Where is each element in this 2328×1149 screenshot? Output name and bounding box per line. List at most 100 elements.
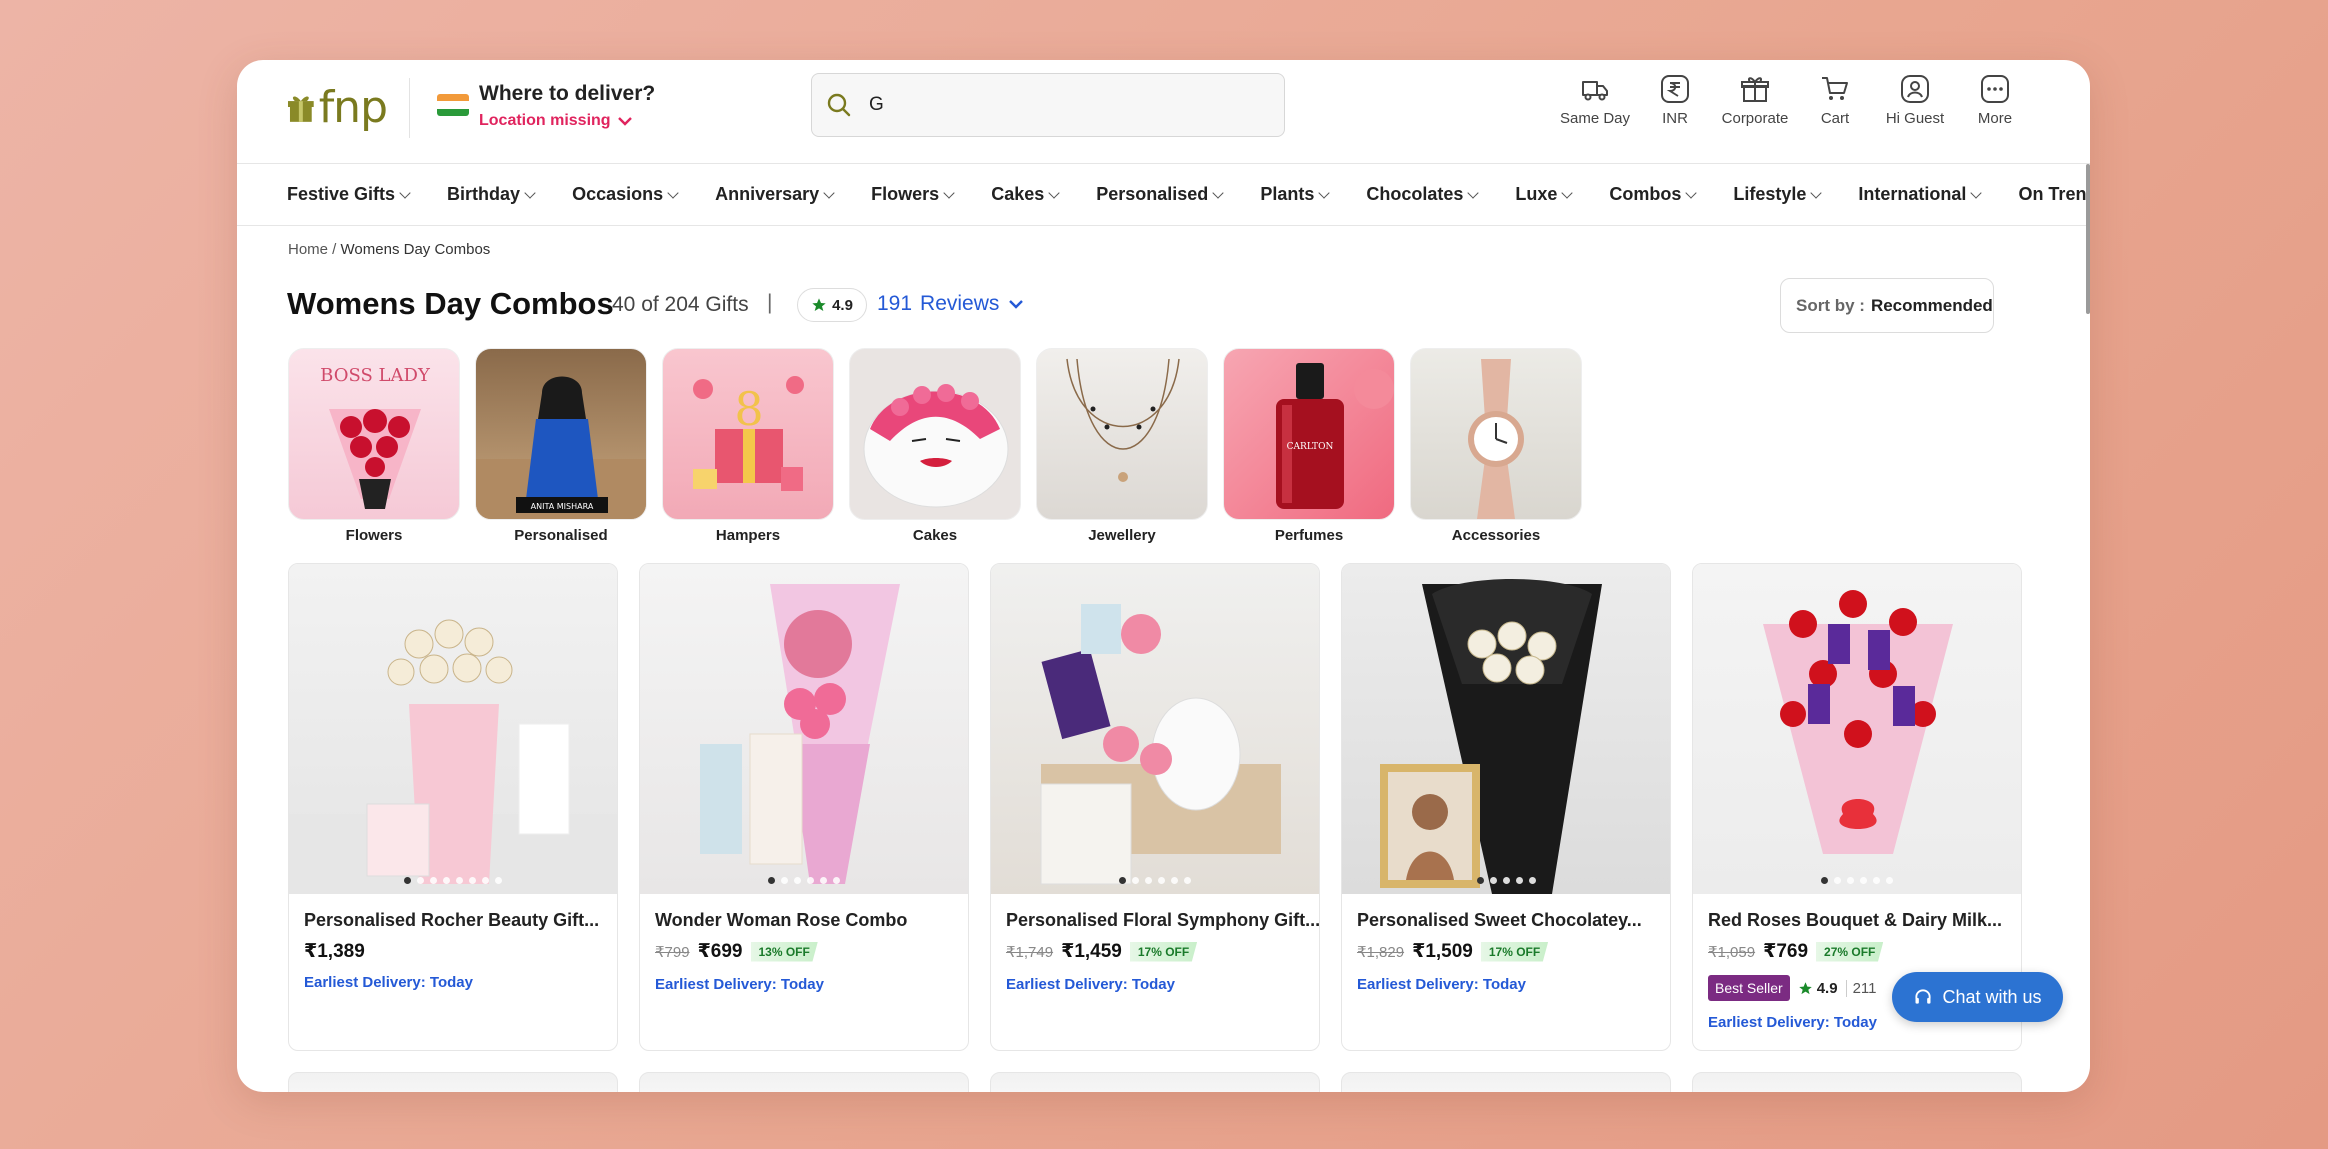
carousel-dot[interactable] [1515, 877, 1523, 884]
carousel-dot[interactable] [469, 877, 476, 884]
product-card-partial[interactable] [1692, 1072, 2022, 1092]
carousel-dot[interactable] [1476, 877, 1484, 884]
category-jewellery[interactable]: Jewellery [1036, 348, 1208, 544]
carousel-dot[interactable] [443, 877, 450, 884]
carousel-dot[interactable] [1489, 877, 1497, 884]
carousel-dot[interactable] [1132, 877, 1139, 884]
category-cakes[interactable]: Cakes [849, 348, 1021, 544]
carousel-dot[interactable] [833, 877, 840, 884]
breadcrumb-current: Womens Day Combos [340, 241, 491, 258]
category-accessories[interactable]: Accessories [1410, 348, 1582, 544]
nav-chocolates[interactable]: Chocolates [1366, 184, 1480, 205]
price-row: ₹799 ₹699 13% OFF [655, 940, 818, 963]
product-card[interactable]: Personalised Rocher Beauty Gift... ₹1,38… [288, 563, 618, 1051]
carousel-dot[interactable] [456, 877, 463, 884]
carousel-dot[interactable] [1171, 877, 1178, 884]
product-card-partial[interactable] [990, 1072, 1320, 1092]
search-icon[interactable] [826, 92, 852, 118]
nav-label: Plants [1260, 184, 1315, 204]
product-card-partial[interactable] [288, 1072, 618, 1092]
flowers-bouquet-image: BOSS LADY [320, 365, 431, 509]
carousel-dot[interactable] [1860, 877, 1867, 884]
carousel-dot[interactable] [1502, 877, 1510, 884]
breadcrumb-separator: / [328, 241, 341, 258]
carousel-dot[interactable] [417, 877, 424, 884]
carousel-dot[interactable] [495, 877, 502, 884]
same-day-button[interactable]: Same Day [1556, 74, 1634, 127]
perfume-brand-text: CARLTON [1287, 442, 1334, 452]
carousel-dot[interactable] [1158, 877, 1165, 884]
corporate-button[interactable]: Corporate [1716, 74, 1794, 127]
carousel-dot[interactable] [1821, 877, 1828, 884]
nav-international[interactable]: International [1858, 184, 1983, 205]
product-image[interactable] [1342, 564, 1670, 894]
product-card[interactable]: Personalised Sweet Chocolatey... ₹1,829 … [1341, 563, 1671, 1051]
earliest-delivery: Earliest Delivery: Today [304, 974, 473, 991]
nav-personalised[interactable]: Personalised [1096, 184, 1224, 205]
product-name[interactable]: Red Roses Bouquet & Dairy Milk... [1708, 910, 2002, 931]
carousel-dot[interactable] [820, 877, 827, 884]
product-card-partial[interactable] [639, 1072, 969, 1092]
breadcrumb-home[interactable]: Home [288, 241, 328, 258]
product-image[interactable] [289, 564, 617, 894]
price-row: ₹1,749 ₹1,459 17% OFF [1006, 940, 1198, 963]
nav-lifestyle[interactable]: Lifestyle [1733, 184, 1823, 205]
account-button[interactable]: Hi Guest [1876, 74, 1954, 127]
watch-image [1468, 359, 1524, 519]
category-flowers[interactable]: BOSS LADY Flowers [288, 348, 460, 544]
carousel-dot[interactable] [768, 877, 775, 884]
category-personalised[interactable]: ANITA MISHARA Personalised [475, 348, 647, 544]
nav-combos[interactable]: Combos [1609, 184, 1698, 205]
carousel-dot[interactable] [1184, 877, 1191, 884]
category-perfumes[interactable]: CARLTON Perfumes [1223, 348, 1395, 544]
category-label: Jewellery [1088, 527, 1156, 544]
carousel-dot[interactable] [1886, 877, 1893, 884]
carousel-dot[interactable] [1528, 877, 1536, 884]
reviews-link[interactable]: 191 Reviews [877, 292, 1025, 316]
product-name[interactable]: Personalised Sweet Chocolatey... [1357, 910, 1642, 931]
carousel-dot[interactable] [430, 877, 437, 884]
fnp-logo[interactable]: fnp [287, 82, 388, 134]
product-image[interactable] [1693, 564, 2021, 894]
carousel-dot[interactable] [1145, 877, 1152, 884]
currency-button[interactable]: INR [1636, 74, 1714, 127]
more-button[interactable]: More [1956, 74, 2034, 127]
carousel-dot[interactable] [1847, 877, 1854, 884]
product-card-partial[interactable] [1341, 1072, 1671, 1092]
vertical-scrollbar[interactable] [2086, 164, 2090, 314]
cart-button[interactable]: Cart [1796, 74, 1874, 127]
search-input[interactable]: G [869, 94, 884, 116]
nav-anniversary[interactable]: Anniversary [715, 184, 835, 205]
search-box[interactable]: G [811, 73, 1285, 137]
carousel-dot[interactable] [1119, 877, 1126, 884]
product-image[interactable] [991, 564, 1319, 894]
nav-label: Occasions [572, 184, 664, 204]
carousel-dot[interactable] [404, 877, 411, 884]
nav-luxe[interactable]: Luxe [1515, 184, 1574, 205]
product-card[interactable]: Wonder Woman Rose Combo ₹799 ₹699 13% OF… [639, 563, 969, 1051]
nav-birthday[interactable]: Birthday [447, 184, 536, 205]
product-card[interactable]: Personalised Floral Symphony Gift... ₹1,… [990, 563, 1320, 1051]
sort-dropdown[interactable]: Sort by : Recommended [1780, 278, 1994, 333]
nav-on-trend[interactable]: On Trend [2018, 184, 2090, 205]
product-name[interactable]: Personalised Floral Symphony Gift... [1006, 910, 1319, 931]
nav-plants[interactable]: Plants [1260, 184, 1331, 205]
headset-icon [1915, 989, 1932, 1004]
product-name[interactable]: Wonder Woman Rose Combo [655, 910, 907, 931]
carousel-dot[interactable] [482, 877, 489, 884]
carousel-dot[interactable] [807, 877, 814, 884]
sort-value: Recommended [1870, 295, 1993, 315]
nav-flowers[interactable]: Flowers [871, 184, 955, 205]
chat-with-us-button[interactable]: Chat with us [1892, 972, 2063, 1022]
location-missing[interactable]: Location missing [479, 112, 633, 130]
carousel-dot[interactable] [1873, 877, 1880, 884]
nav-festive-gifts[interactable]: Festive Gifts [287, 184, 411, 205]
carousel-dot[interactable] [1834, 877, 1841, 884]
nav-occasions[interactable]: Occasions [572, 184, 679, 205]
nav-cakes[interactable]: Cakes [991, 184, 1060, 205]
product-image[interactable] [640, 564, 968, 894]
product-name[interactable]: Personalised Rocher Beauty Gift... [304, 910, 599, 931]
category-hampers[interactable]: 8 Hampers [662, 348, 834, 544]
carousel-dot[interactable] [794, 877, 801, 884]
carousel-dot[interactable] [781, 877, 788, 884]
